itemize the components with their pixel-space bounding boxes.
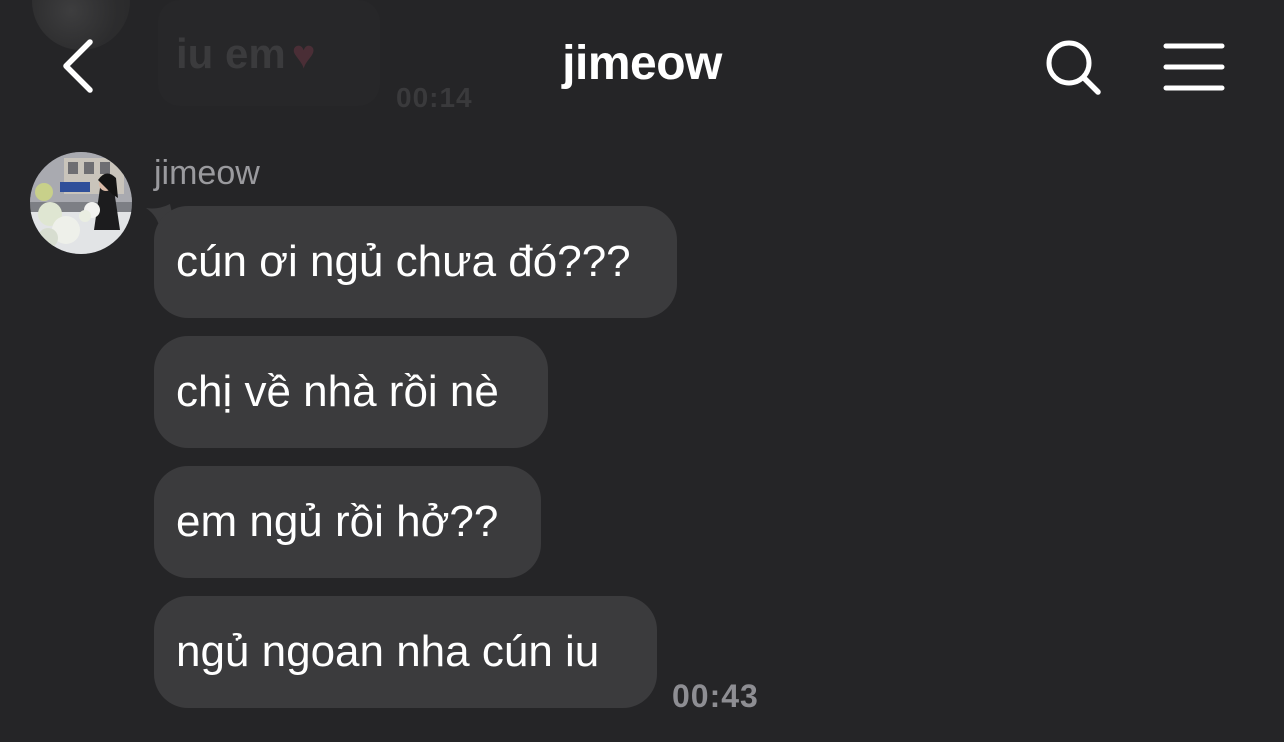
- sender-name: jimeow: [154, 154, 260, 192]
- message-bubble[interactable]: cún ơi ngủ chưa đó???: [154, 206, 677, 318]
- menu-button[interactable]: [1160, 40, 1228, 94]
- chat-screen: iu em ♥ 00:14 jimeow jimeow cún ơi ngủ c…: [0, 0, 1284, 742]
- message-timestamp: 00:43: [672, 678, 759, 714]
- message-bubble[interactable]: em ngủ rồi hở??: [154, 466, 541, 578]
- avatar[interactable]: [30, 152, 132, 254]
- hamburger-menu-icon: [1163, 43, 1225, 91]
- search-icon: [1046, 40, 1101, 95]
- search-button[interactable]: [1040, 34, 1106, 100]
- profile-photo-image: [30, 152, 132, 254]
- message-bubble[interactable]: ngủ ngoan nha cún iu: [154, 596, 657, 708]
- message-bubble[interactable]: chị về nhà rồi nè: [154, 336, 548, 448]
